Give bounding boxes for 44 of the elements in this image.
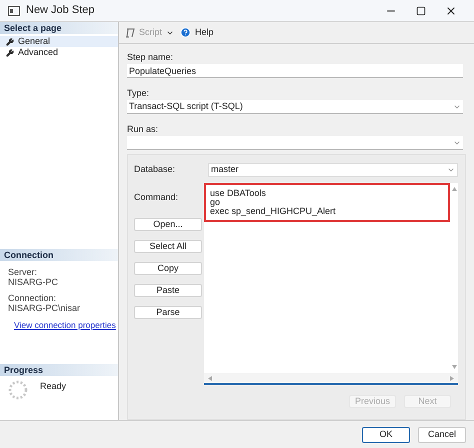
wrench-icon — [6, 38, 14, 46]
spinner-icon — [8, 380, 28, 400]
command-button[interactable]: Open... — [134, 218, 202, 230]
field-label: Run as: — [127, 124, 160, 134]
scroll-left-icon[interactable] — [208, 376, 212, 380]
scroll-right-icon[interactable] — [450, 376, 454, 380]
type-select[interactable]: Transact-SQL script (T-SQL) — [127, 100, 463, 114]
connection-value: NISARG-PC — [8, 277, 60, 287]
close-icon — [445, 4, 457, 16]
help-button[interactable]: Help — [180, 26, 214, 40]
command-button[interactable]: Select All — [134, 240, 202, 252]
section-header: Progress — [0, 364, 118, 376]
command-editor[interactable]: use DBATools go exec sp_send_HIGHCPU_Alert — [204, 183, 458, 385]
connection-properties-link[interactable]: View connection properties — [14, 319, 116, 332]
chevron-down-icon — [447, 166, 455, 174]
window-icon — [8, 6, 20, 16]
command-text: use DBATools go exec sp_send_HIGHCPU_Alert — [204, 183, 450, 222]
command-button[interactable]: Paste — [134, 284, 202, 296]
wrench-icon — [6, 48, 14, 56]
field-label: Type: — [127, 88, 150, 98]
help-icon — [180, 27, 192, 38]
field-label: Database: — [134, 163, 176, 176]
progress-status: Ready — [40, 380, 66, 393]
sidebar-item[interactable]: Advanced — [0, 47, 118, 58]
field-label: Command: — [134, 191, 180, 204]
section-header: Select a page — [0, 22, 118, 34]
connection-label: Server: — [8, 267, 38, 277]
script-icon — [125, 28, 135, 38]
sidebar-item[interactable]: General — [0, 36, 118, 47]
run-as-select[interactable] — [127, 136, 463, 150]
maximize-icon — [416, 6, 426, 16]
step-name-field[interactable]: PopulateQueries — [127, 64, 463, 78]
dialog-button[interactable]: Cancel — [418, 426, 466, 442]
scroll-down-icon[interactable] — [452, 365, 456, 369]
connection-label: Connection: — [8, 293, 58, 303]
command-button[interactable]: Copy — [134, 262, 202, 274]
database-select[interactable]: master — [208, 163, 458, 177]
section-header: Connection — [0, 249, 118, 261]
window-title: New Job Step — [26, 3, 94, 18]
dialog-button[interactable]: OK — [362, 426, 410, 442]
scroll-up-icon[interactable] — [452, 187, 456, 191]
command-button[interactable]: Parse — [134, 306, 202, 318]
connection-value: NISARG-PC\nisar — [8, 303, 82, 313]
field-label: Step name: — [127, 52, 174, 62]
